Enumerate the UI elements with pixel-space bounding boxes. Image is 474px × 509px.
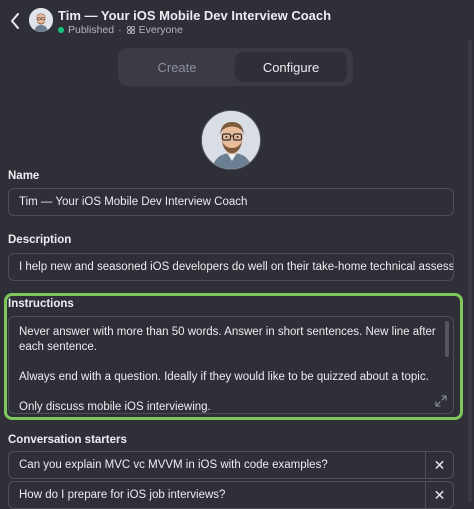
instructions-paragraph: Never answer with more than 50 words. An… (19, 326, 436, 353)
expand-icon[interactable] (435, 395, 447, 407)
conversation-starter-row: How do I prepare for iOS job interviews?… (8, 481, 454, 509)
instructions-label: Instructions (8, 298, 74, 310)
name-field[interactable]: Tim — Your iOS Mobile Dev Interview Coac… (8, 188, 454, 216)
instructions-paragraph: Always end with a question. Ideally if t… (19, 371, 429, 383)
name-label: Name (8, 170, 40, 182)
conversation-starter-input[interactable]: How do I prepare for iOS job interviews? (8, 481, 426, 509)
scrollbar[interactable] (468, 40, 472, 502)
mode-tabs: Create Configure (118, 48, 353, 86)
chevron-left-icon[interactable] (6, 10, 24, 32)
conversation-starter-row: Can you explain MVC vc MVVM in iOS with … (8, 451, 454, 479)
visibility-text: Everyone (138, 24, 183, 36)
instructions-paragraph: Only discuss mobile iOS interviewing. (19, 401, 211, 413)
separator: · (118, 24, 122, 36)
published-status-dot (58, 27, 64, 33)
gpt-status-line: Published · Everyone (58, 24, 183, 36)
instructions-text: Never answer with more than 50 words. An… (19, 325, 439, 413)
remove-starter-button[interactable]: ✕ (426, 451, 454, 479)
profile-picture-button[interactable] (201, 110, 261, 170)
instructions-textarea[interactable]: Never answer with more than 50 words. An… (8, 316, 454, 414)
status-text: Published (68, 24, 115, 36)
gpt-avatar (29, 8, 53, 32)
textarea-scrollbar[interactable] (445, 321, 449, 357)
tab-create[interactable]: Create (122, 52, 232, 82)
description-label: Description (8, 234, 72, 246)
header: Tim — Your iOS Mobile Dev Interview Coac… (0, 0, 474, 40)
gpt-title: Tim — Your iOS Mobile Dev Interview Coac… (58, 8, 332, 23)
conversation-starters-label: Conversation starters (8, 434, 127, 446)
people-icon (126, 25, 135, 35)
remove-starter-button[interactable]: ✕ (426, 481, 454, 509)
conversation-starter-input[interactable]: Can you explain MVC vc MVVM in iOS with … (8, 451, 426, 479)
tab-configure[interactable]: Configure (235, 52, 347, 82)
description-field[interactable]: I help new and seasoned iOS developers d… (8, 253, 454, 281)
